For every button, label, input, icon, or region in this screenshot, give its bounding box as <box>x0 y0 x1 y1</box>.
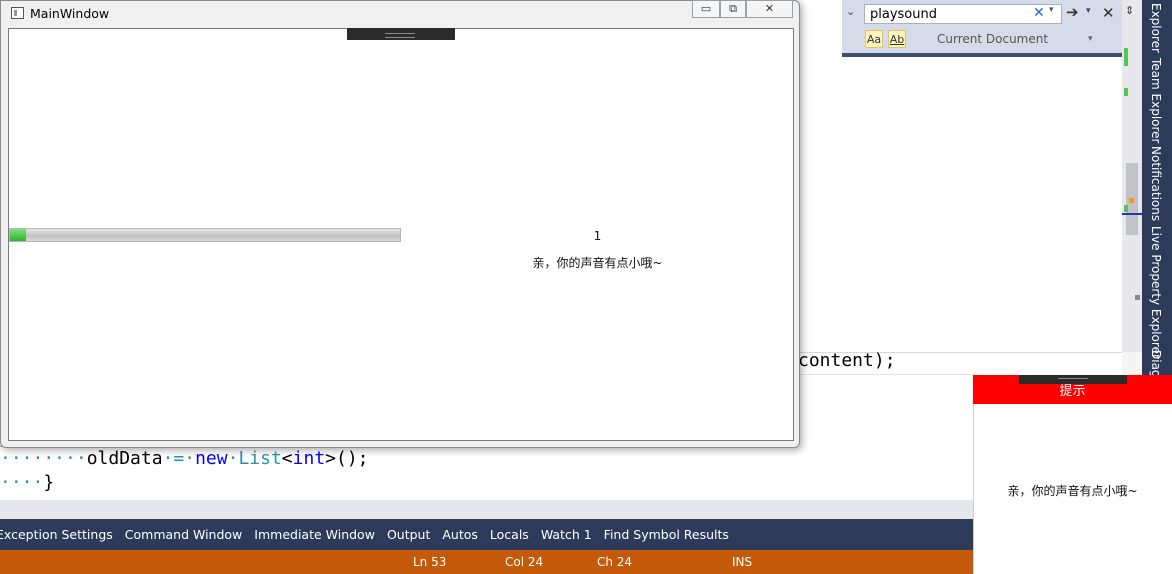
find-options-dropdown-icon[interactable]: ▾ <box>1086 6 1091 16</box>
caret-position-marker <box>1122 213 1142 215</box>
tab-find-symbol-results[interactable]: Find Symbol Results <box>604 527 729 542</box>
find-panel-border <box>842 53 1124 57</box>
tab-team-explorer[interactable]: Team Explorer <box>1143 58 1169 144</box>
whitespace-dots: ···· <box>0 472 44 493</box>
maximize-button[interactable]: ⧉ <box>720 0 746 18</box>
code-line[interactable]: content); <box>798 350 896 371</box>
code-text: content); <box>798 350 896 371</box>
bottom-tool-tabs: Exception Settings Command Window Immedi… <box>0 519 974 550</box>
close-button[interactable]: ✕ <box>746 0 793 18</box>
find-scope-select[interactable]: Current Document <box>937 32 1048 46</box>
window-title: MainWindow <box>30 6 110 21</box>
code-identifier: oldData <box>86 448 163 469</box>
tip-message: 亲，你的声音有点小哦~ <box>1007 484 1138 498</box>
code-generic-open: < <box>281 448 293 469</box>
change-marker <box>1124 205 1128 212</box>
tab-command-window[interactable]: Command Window <box>125 527 243 542</box>
code-line[interactable]: ········oldData·=·new·List<int>(); <box>0 448 369 469</box>
status-line: Ln 53 <box>413 555 447 569</box>
grip-icon <box>1058 378 1088 381</box>
code-keyword: new <box>195 448 228 469</box>
whitespace-dots: ········ <box>0 448 87 469</box>
status-column: Col 24 <box>505 555 544 569</box>
tip-window <box>973 375 1172 574</box>
code-brace: } <box>43 472 55 493</box>
search-history-dropdown-icon[interactable]: ▾ <box>1049 5 1054 15</box>
volume-progress-bar <box>9 228 401 242</box>
volume-message: 亲，你的声音有点小哦~ <box>532 256 663 270</box>
clear-search-icon[interactable]: ✕ <box>1033 5 1045 21</box>
tab-live-property-explorer[interactable]: Live Property Explorer <box>1143 226 1169 359</box>
find-match-marker <box>1129 198 1134 203</box>
match-whole-word-button[interactable]: Ab <box>888 30 906 48</box>
tab-notifications[interactable]: Notifications <box>1143 146 1169 221</box>
tab-autos[interactable]: Autos <box>442 527 478 542</box>
tab-watch-1[interactable]: Watch 1 <box>541 527 592 542</box>
window-app-icon[interactable] <box>11 7 24 19</box>
find-next-icon[interactable]: ➔ <box>1066 3 1079 21</box>
tab-solution-explorer[interactable]: Explorer <box>1143 3 1169 53</box>
code-line[interactable]: ····} <box>0 472 54 493</box>
tab-exception-settings[interactable]: Exception Settings <box>0 527 113 542</box>
tab-immediate-window[interactable]: Immediate Window <box>254 527 375 542</box>
code-text: >(); <box>325 448 369 469</box>
split-handle-icon[interactable]: ⇕ <box>1125 4 1134 17</box>
match-case-button[interactable]: Aa <box>865 30 883 48</box>
change-marker <box>1124 48 1128 66</box>
minimize-button[interactable]: ▭ <box>692 0 720 18</box>
code-operator: ·=· <box>162 448 196 469</box>
scroll-marker <box>1135 295 1140 300</box>
progress-fill <box>10 229 26 241</box>
tab-locals[interactable]: Locals <box>490 527 529 542</box>
status-insert-mode[interactable]: INS <box>732 555 752 569</box>
close-find-icon[interactable]: ✕ <box>1102 4 1115 22</box>
editor-horizontal-scrollbar[interactable] <box>0 500 974 519</box>
count-label: 1 <box>593 229 602 243</box>
tab-diagnostic-tools[interactable]: Diag <box>1143 350 1169 378</box>
tab-output[interactable]: Output <box>387 527 430 542</box>
change-marker <box>1124 88 1128 96</box>
status-char: Ch 24 <box>597 555 633 569</box>
grip-icon <box>385 33 415 38</box>
code-keyword: int <box>292 448 326 469</box>
code-type: List <box>238 448 282 469</box>
status-bar: Ln 53 Col 24 Ch 24 INS <box>0 550 974 574</box>
toggle-replace-icon[interactable]: ⌄ <box>846 5 855 18</box>
chevron-down-icon[interactable]: ▾ <box>1088 34 1093 44</box>
editor-line-separator <box>800 374 975 375</box>
